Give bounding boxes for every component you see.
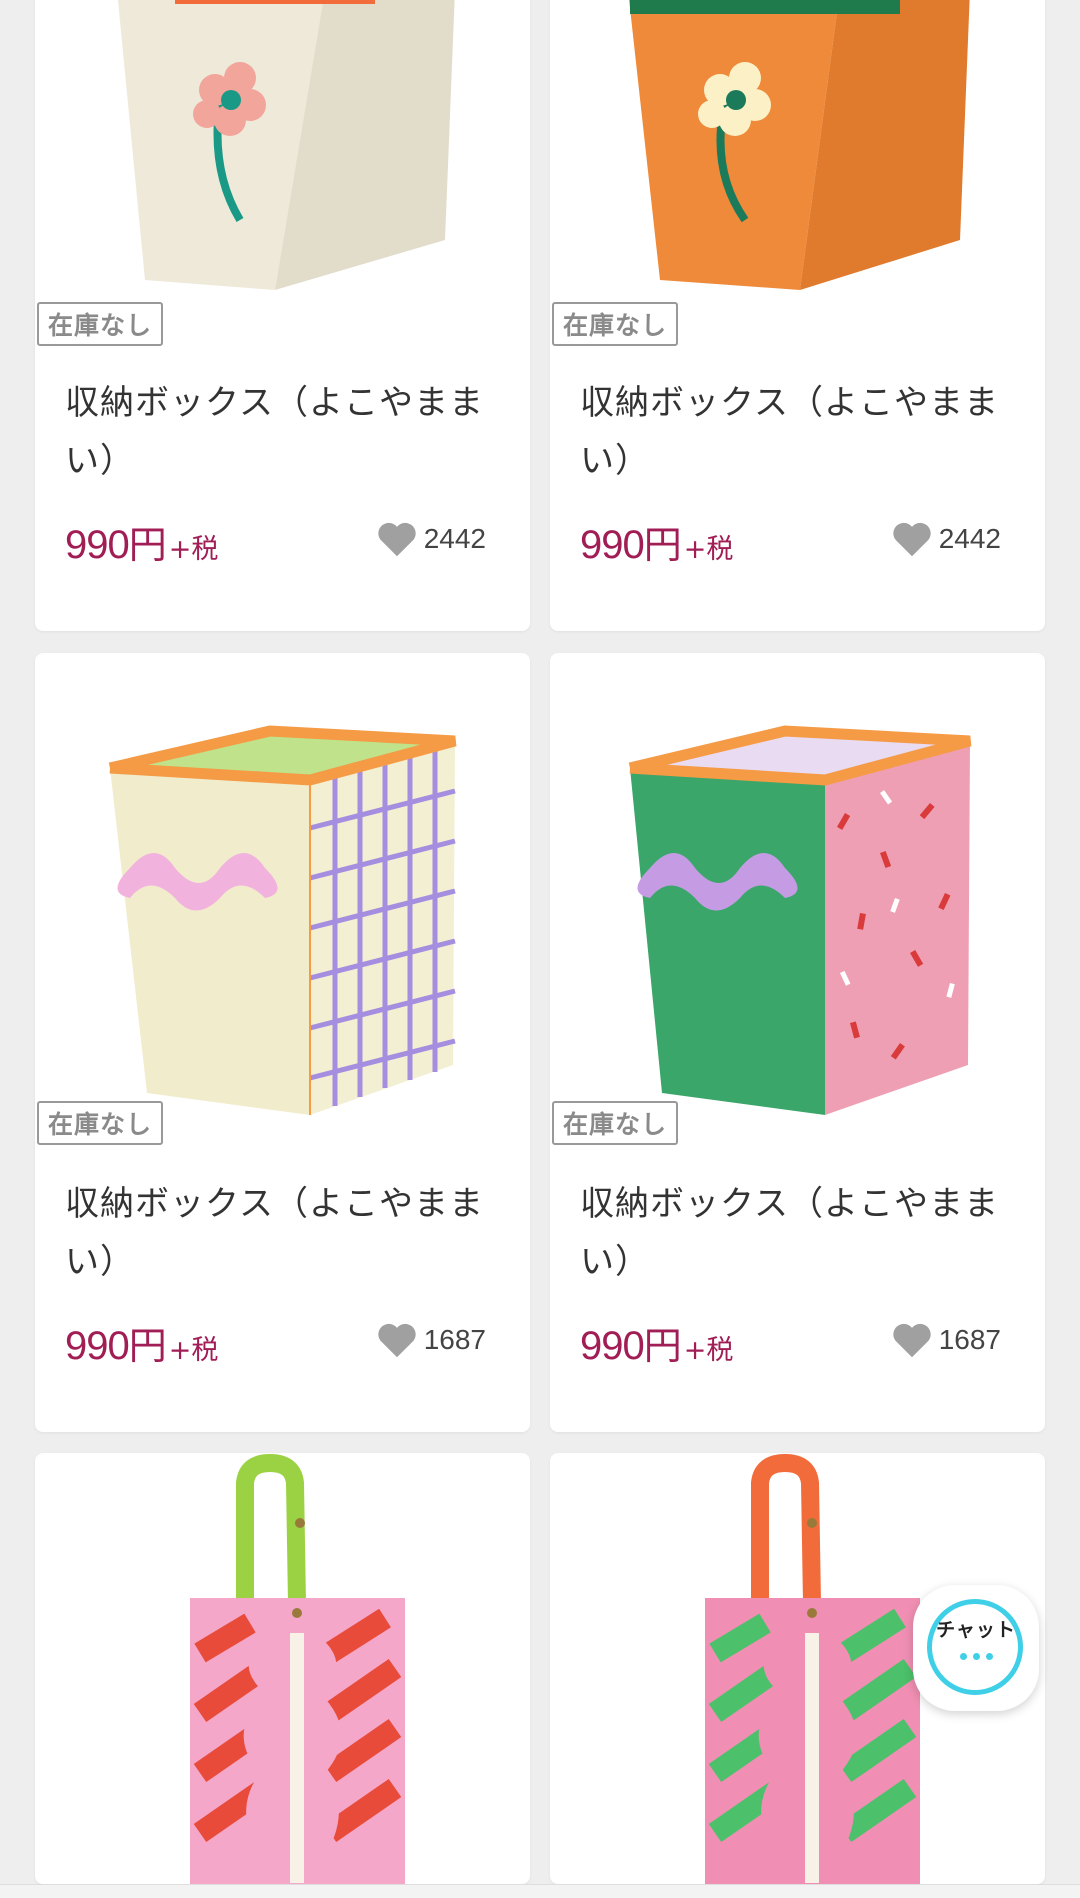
chat-dots-icon [913, 1645, 1039, 1664]
product-card[interactable]: 在庫なし 収納ボックス（よこやまま い） 990円+税 2442 [35, 0, 530, 631]
product-title[interactable]: 収納ボックス（よこやまま い） [580, 374, 1015, 490]
favorite-count[interactable]: 1687 [891, 1321, 1001, 1359]
chat-label: チャット [936, 1619, 1016, 1641]
heart-icon[interactable] [376, 1321, 418, 1359]
bottom-divider [0, 1884, 1080, 1898]
product-card[interactable]: 在庫なし 収納ボックス（よこやまま い） 990円+税 1687 [550, 653, 1045, 1432]
heart-icon[interactable] [376, 520, 418, 558]
product-card[interactable]: 在庫なし 収納ボックス（よこやまま い） 990円+税 1687 [35, 653, 530, 1432]
favorite-count[interactable]: 2442 [376, 520, 486, 558]
heart-icon[interactable] [891, 1321, 933, 1359]
product-image[interactable] [550, 653, 1045, 1153]
out-of-stock-badge: 在庫なし [37, 302, 164, 346]
product-image[interactable] [35, 653, 530, 1153]
favorite-count[interactable]: 2442 [891, 520, 1001, 558]
out-of-stock-badge: 在庫なし [552, 1101, 679, 1145]
product-title[interactable]: 収納ボックス（よこやまま い） [65, 374, 500, 490]
product-image[interactable] [550, 0, 1045, 320]
product-image[interactable] [35, 1453, 530, 1884]
out-of-stock-badge: 在庫なし [37, 1101, 164, 1145]
product-price: 990円+税 [65, 523, 219, 567]
product-title[interactable]: 収納ボックス（よこやまま い） [580, 1175, 1015, 1291]
favorite-count[interactable]: 1687 [376, 1321, 486, 1359]
product-card[interactable]: 在庫なし 収納ボックス（よこやまま い） 990円+税 2442 [550, 0, 1045, 631]
product-price: 990円+税 [580, 1324, 734, 1368]
chat-button[interactable]: チャット [913, 1585, 1039, 1711]
heart-icon[interactable] [891, 520, 933, 558]
product-price: 990円+税 [65, 1324, 219, 1368]
product-card[interactable] [35, 1453, 530, 1884]
out-of-stock-badge: 在庫なし [552, 302, 679, 346]
product-image[interactable] [35, 0, 530, 320]
product-title[interactable]: 収納ボックス（よこやまま い） [65, 1175, 500, 1291]
product-price: 990円+税 [580, 523, 734, 567]
